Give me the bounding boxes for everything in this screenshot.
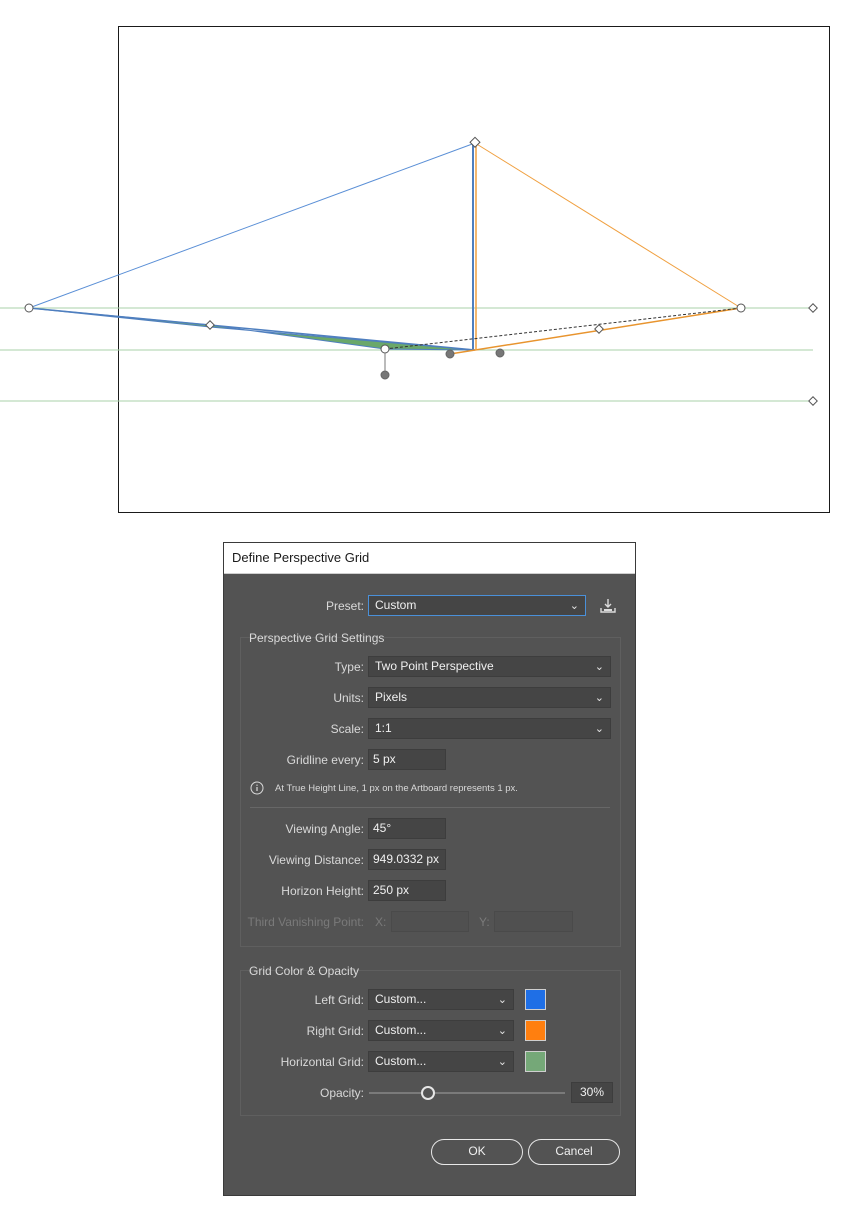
scale-label: Scale: [330, 722, 364, 736]
right-grid-color-swatch[interactable] [525, 1020, 546, 1041]
right-grid-extent-handle[interactable] [495, 348, 505, 358]
left-grid-plane-handle[interactable] [205, 320, 215, 330]
horizon-line-handle[interactable] [808, 303, 818, 313]
right-vanishing-point-handle[interactable] [736, 303, 746, 313]
right-grid-top-line [474, 142, 742, 309]
right-grid-dropdown[interactable]: Custom... ⌄ [368, 1020, 514, 1041]
cancel-button[interactable]: Cancel [528, 1139, 620, 1165]
true-height-info-text: At True Height Line, 1 px on the Artboar… [275, 783, 518, 794]
horizontal-grid-color-swatch[interactable] [525, 1051, 546, 1072]
left-grid-value: Custom... [375, 992, 427, 1006]
left-grid-ground-line [28, 307, 476, 351]
grid-color-opacity-title: Grid Color & Opacity [249, 964, 360, 978]
third-vanishing-point-label: Third Vanishing Point: [247, 915, 364, 929]
horizontal-grid-dropdown[interactable]: Custom... ⌄ [368, 1051, 514, 1072]
third-vp-y-label: Y: [479, 915, 490, 929]
right-grid-plane-handle[interactable] [594, 324, 604, 334]
vertical-grid-extent-handle[interactable] [469, 136, 481, 148]
chevron-down-icon: ⌄ [497, 1056, 507, 1068]
vanishing-guide-line [384, 307, 742, 350]
save-preset-icon[interactable] [600, 598, 616, 614]
type-label: Type: [334, 660, 364, 674]
right-grid-value: Custom... [375, 1023, 427, 1037]
units-value: Pixels [375, 690, 408, 704]
perspective-grid-canvas[interactable] [0, 0, 850, 520]
opacity-label: Opacity: [319, 1086, 364, 1100]
preset-label: Preset: [325, 599, 364, 613]
opacity-slider-track[interactable] [369, 1092, 565, 1094]
preset-value: Custom [375, 598, 417, 612]
gridline-label: Gridline every: [286, 753, 364, 767]
type-value: Two Point Perspective [375, 659, 494, 673]
horizon-height-input[interactable]: 250 px [368, 880, 446, 901]
horizontal-grid-extent-handle[interactable] [808, 396, 818, 406]
units-label: Units: [333, 691, 364, 705]
info-icon [250, 781, 264, 795]
define-perspective-grid-dialog: Define Perspective Grid Preset: Custom ⌄… [223, 542, 636, 1196]
third-vp-x-label: X: [375, 915, 387, 929]
perspective-grid-settings-title: Perspective Grid Settings [249, 631, 385, 645]
horizon-height-label: Horizon Height: [281, 884, 364, 898]
ground-level-handle[interactable] [380, 344, 390, 354]
left-grid-color-swatch[interactable] [525, 989, 546, 1010]
viewing-distance-label: Viewing Distance: [268, 853, 364, 867]
third-vp-y-input [494, 911, 573, 932]
left-vanishing-point-handle[interactable] [24, 303, 34, 313]
right-grid-label: Right Grid: [306, 1024, 364, 1038]
chevron-down-icon: ⌄ [594, 723, 604, 735]
viewing-angle-label: Viewing Angle: [285, 822, 364, 836]
chevron-down-icon: ⌄ [569, 600, 579, 612]
ok-button[interactable]: OK [431, 1139, 523, 1165]
horizontal-grid-label: Horizontal Grid: [280, 1055, 364, 1069]
right-grid-ground-line [449, 307, 742, 355]
horizontal-grid-value: Custom... [375, 1054, 427, 1068]
chevron-down-icon: ⌄ [594, 692, 604, 704]
left-grid-label: Left Grid: [314, 993, 364, 1007]
chevron-down-icon: ⌄ [594, 661, 604, 673]
gridline-input[interactable]: 5 px [368, 749, 446, 770]
viewing-angle-input[interactable]: 45° [368, 818, 446, 839]
preset-dropdown[interactable]: Custom ⌄ [368, 595, 586, 616]
viewing-distance-input[interactable]: 949.0332 px [368, 849, 446, 870]
scale-dropdown[interactable]: 1:1 ⌄ [368, 718, 611, 739]
dialog-title: Define Perspective Grid [224, 543, 635, 574]
chevron-down-icon: ⌄ [497, 994, 507, 1006]
type-dropdown[interactable]: Two Point Perspective ⌄ [368, 656, 611, 677]
left-grid-top-line [28, 142, 476, 309]
chevron-down-icon: ⌄ [497, 1025, 507, 1037]
opacity-slider-thumb[interactable] [420, 1086, 435, 1100]
scale-value: 1:1 [375, 721, 392, 735]
grid-cell-size-handle[interactable] [380, 370, 390, 380]
settings-divider [250, 807, 610, 808]
units-dropdown[interactable]: Pixels ⌄ [368, 687, 611, 708]
third-vp-x-input [391, 911, 469, 932]
left-grid-dropdown[interactable]: Custom... ⌄ [368, 989, 514, 1010]
left-grid-extent-handle[interactable] [445, 349, 455, 359]
opacity-input[interactable]: 30% [571, 1082, 613, 1103]
